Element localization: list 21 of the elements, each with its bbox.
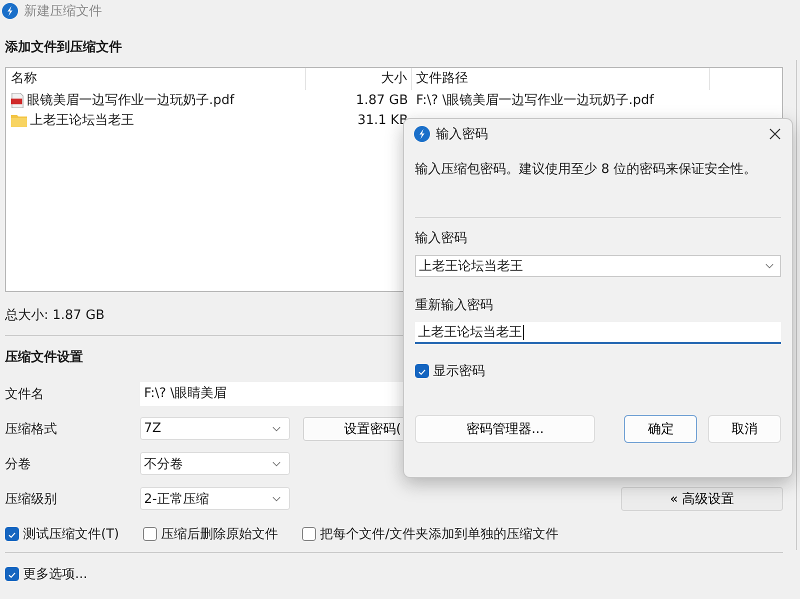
total-size: 总大小: 1.87 GB: [5, 307, 106, 324]
file-size: 1.87 GB: [354, 92, 409, 108]
section-heading: 压缩文件设置: [5, 348, 84, 366]
file-path: F:\? \眼镜美眉一边写作业一边玩奶子.pdf: [416, 93, 654, 108]
window-title: 新建压缩文件: [24, 3, 102, 20]
file-name: 上老王论坛当老王: [30, 112, 134, 129]
checkbox-label: 压缩后删除原始文件: [161, 526, 278, 543]
dialog-message: 输入压缩包密码。建议使用至少 8 位的密码来保证安全性。: [415, 161, 758, 179]
checkbox-label: 测试压缩文件(T): [23, 526, 120, 543]
field-label: 重新输入密码: [415, 297, 494, 315]
field-label: 输入密码: [415, 230, 468, 248]
field-label: 压缩格式: [5, 420, 58, 438]
field-label: 文件名: [5, 386, 45, 402]
checkbox-label: 更多选项...: [23, 566, 88, 583]
field-label: 分卷: [5, 456, 32, 472]
field-label: 压缩级别: [5, 490, 58, 508]
dialog-title: 输入密码: [436, 126, 488, 143]
checkbox-label: 把每个文件/文件夹添加到单独的压缩文件: [320, 526, 558, 543]
section-heading: 添加文件到压缩文件: [5, 38, 123, 56]
file-name: 眼镜美眉一边写作业一边玩奶子.pdf: [27, 92, 234, 109]
checkbox-label: 显示密码: [433, 363, 485, 380]
